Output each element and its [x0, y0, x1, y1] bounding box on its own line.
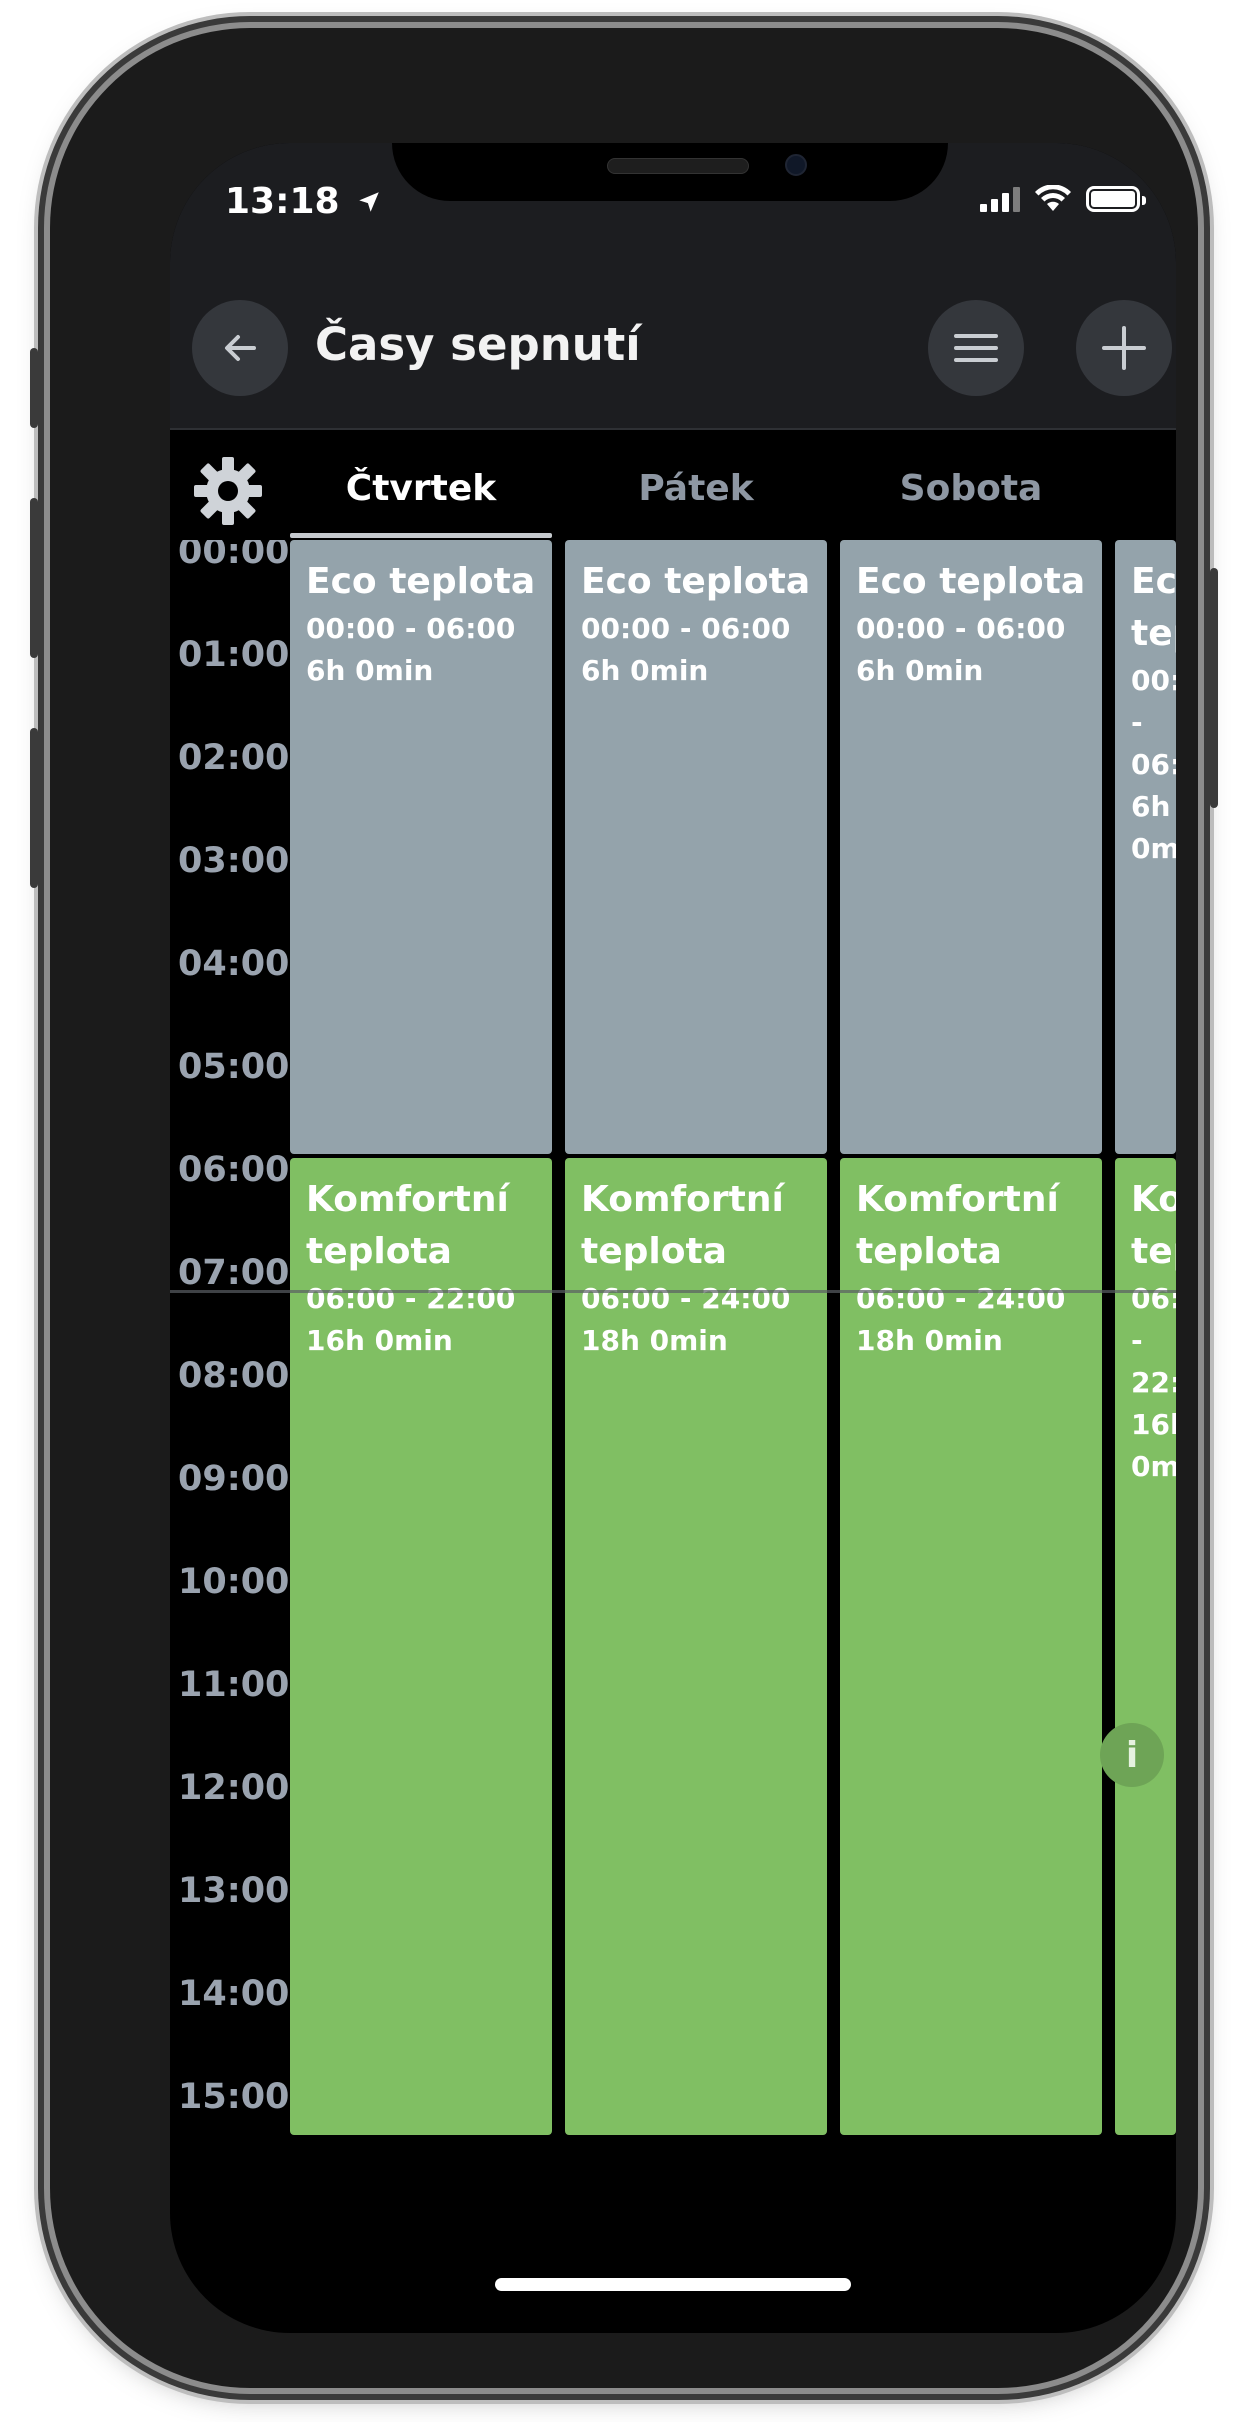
block-time-range: 06:00 - 22:00	[306, 1282, 516, 1315]
hour-label: 13:00	[178, 1871, 290, 1911]
hour-label: 00:00	[178, 540, 290, 572]
front-camera	[785, 154, 807, 176]
hour-label: 06:00	[178, 1150, 290, 1190]
power-button	[1210, 568, 1218, 808]
volume-down-button	[30, 728, 38, 888]
block-duration: 6h 0min	[306, 654, 434, 687]
hour-label: 03:00	[178, 841, 290, 881]
komfort-block[interactable]: Komfortní teplota 06:00 - 22:00 16h 0min	[1115, 1158, 1176, 2135]
block-time-range: 00:00 - 06:00	[581, 612, 791, 645]
gear-icon[interactable]	[192, 455, 264, 527]
block-duration: 6h 0min	[1131, 790, 1176, 865]
app-header: Časy sepnutí	[170, 268, 1176, 430]
eco-block[interactable]: Eco teplota 00:00 - 06:00 6h 0min	[565, 540, 827, 1154]
block-name: Eco teplota	[581, 561, 811, 602]
page-title: Časy sepnutí	[315, 318, 641, 371]
komfort-block[interactable]: Komfortní teplota 06:00 - 22:00 16h 0min	[290, 1158, 552, 2135]
block-duration: 18h 0min	[581, 1324, 728, 1357]
block-name: Komfortní teplota	[856, 1179, 1059, 1272]
day-tabs: Čtvrtek Pátek Sobota	[170, 430, 1176, 540]
hour-label: 05:00	[178, 1047, 290, 1087]
phone-frame: 13:18 Časy sepnutí Čtvrtek Pátek Sobota …	[30, 28, 1218, 2388]
active-tab-indicator	[290, 533, 552, 538]
hour-label: 11:00	[178, 1665, 290, 1705]
block-time-range: 00:00 - 06:00	[1131, 664, 1176, 781]
tab-ctvrtek[interactable]: Čtvrtek	[290, 468, 552, 509]
block-time-range: 00:00 - 06:00	[306, 612, 516, 645]
eco-block[interactable]: Eco teplota 00:00 - 06:00 6h 0min	[840, 540, 1102, 1154]
hour-label: 10:00	[178, 1562, 290, 1602]
block-name: Komfortní teplota	[1131, 1179, 1176, 1272]
eco-block[interactable]: Eco teplota 00:00 - 06:00 6h 0min	[290, 540, 552, 1154]
hour-label: 08:00	[178, 1356, 290, 1396]
speaker	[607, 158, 749, 174]
block-duration: 6h 0min	[581, 654, 709, 687]
home-indicator	[495, 2278, 851, 2291]
current-time-line	[170, 1290, 1176, 1293]
screen: 13:18 Časy sepnutí Čtvrtek Pátek Sobota …	[170, 143, 1176, 2333]
back-button[interactable]	[192, 300, 288, 396]
block-name: Eco teplota	[306, 561, 536, 602]
block-name: Eco teplota	[856, 561, 1086, 602]
status-time: 13:18	[225, 181, 382, 222]
komfort-block[interactable]: Komfortní teplota 06:00 - 24:00 18h 0min	[565, 1158, 827, 2135]
block-name: Komfortní teplota	[581, 1179, 784, 1272]
block-time-range: 06:00 - 24:00	[581, 1282, 791, 1315]
volume-up-button	[30, 498, 38, 658]
add-button[interactable]	[1076, 300, 1172, 396]
hour-label: 12:00	[178, 1768, 290, 1808]
arrow-left-icon	[225, 335, 256, 361]
block-duration: 16h 0min	[306, 1324, 453, 1357]
block-time-range: 00:00 - 06:00	[856, 612, 1066, 645]
location-arrow-icon	[359, 192, 379, 212]
block-time-range: 06:00 - 24:00	[856, 1282, 1066, 1315]
block-duration: 16h 0min	[1131, 1408, 1176, 1483]
wifi-icon	[1035, 185, 1071, 211]
hamburger-menu-icon	[954, 334, 998, 362]
status-icons	[980, 185, 1146, 213]
info-button[interactable]: i	[1100, 1723, 1164, 1787]
mute-switch	[30, 348, 38, 428]
block-time-range: 06:00 - 22:00	[1131, 1282, 1176, 1399]
tab-patek[interactable]: Pátek	[565, 468, 827, 509]
block-name: Komfortní teplota	[306, 1179, 509, 1272]
hour-label: 15:00	[178, 2077, 290, 2117]
eco-block[interactable]: Eco teplota 00:00 - 06:00 6h 0min	[1115, 540, 1176, 1154]
cellular-signal-icon	[980, 186, 1020, 212]
hour-label: 14:00	[178, 1974, 290, 2014]
block-duration: 18h 0min	[856, 1324, 1003, 1357]
hour-label: 04:00	[178, 944, 290, 984]
hour-label: 07:00	[178, 1253, 290, 1293]
hour-label: 09:00	[178, 1459, 290, 1499]
battery-icon	[1086, 186, 1146, 212]
tab-sobota[interactable]: Sobota	[840, 468, 1102, 509]
block-duration: 6h 0min	[856, 654, 984, 687]
notch	[392, 143, 948, 201]
plus-icon	[1102, 326, 1146, 370]
menu-button[interactable]	[928, 300, 1024, 396]
komfort-block[interactable]: Komfortní teplota 06:00 - 24:00 18h 0min	[840, 1158, 1102, 2135]
schedule-grid: 00:00 01:00 02:00 03:00 04:00 05:00 06:00 07:00…	[170, 540, 1176, 2135]
status-time-text: 13:18	[225, 181, 340, 222]
hour-label: 01:00	[178, 635, 290, 675]
block-name: Eco teplota	[1131, 561, 1176, 654]
hour-label: 02:00	[178, 738, 290, 778]
info-icon: i	[1125, 1734, 1139, 1776]
